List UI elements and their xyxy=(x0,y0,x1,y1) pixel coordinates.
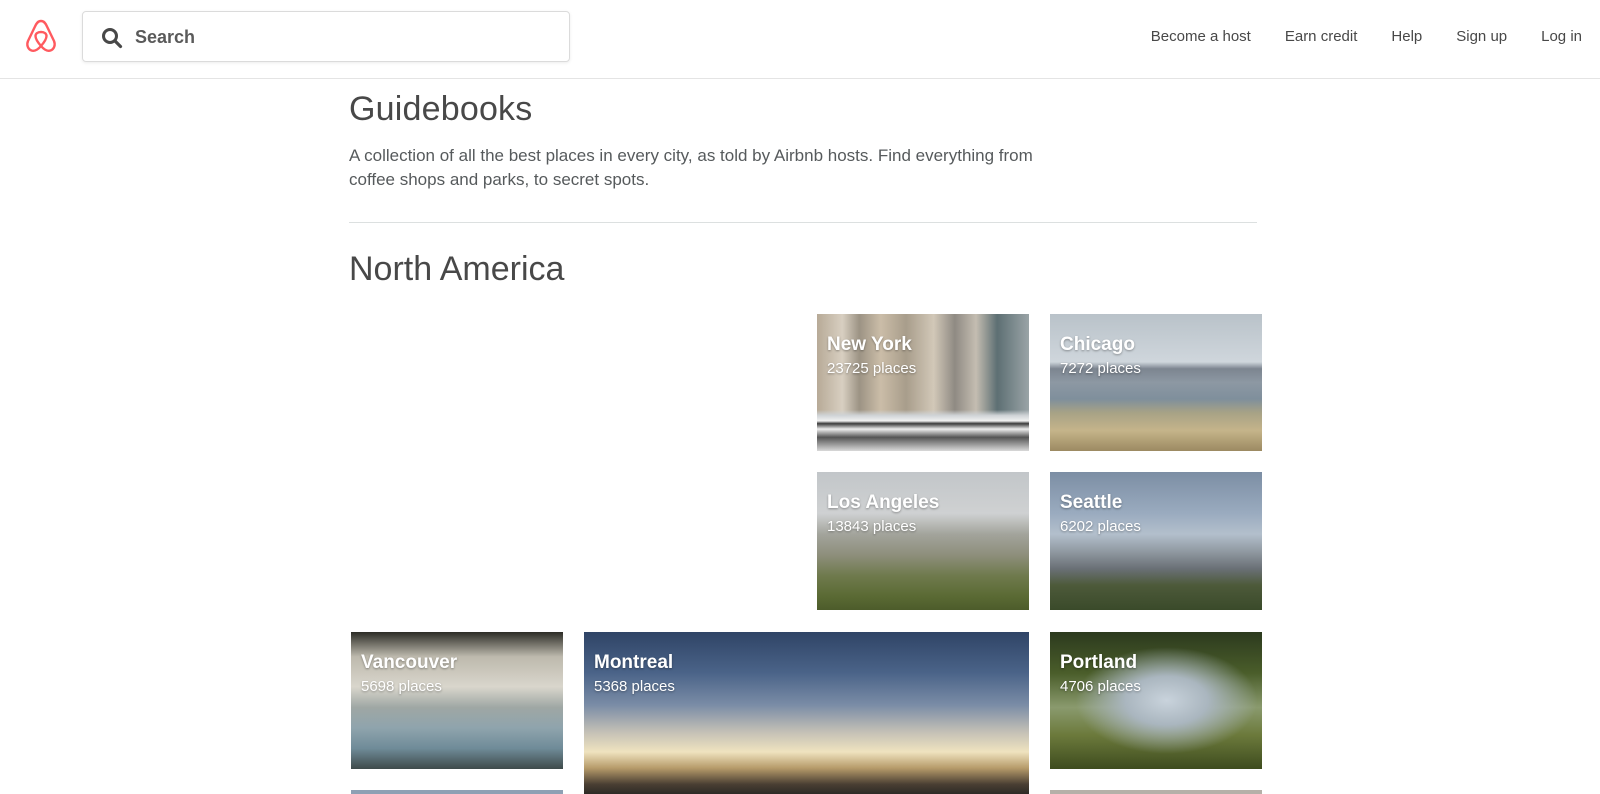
search-icon xyxy=(102,28,123,49)
city-name: Los Angeles xyxy=(827,492,940,513)
log-in-link[interactable]: Log in xyxy=(1541,28,1582,45)
search-input[interactable] xyxy=(135,22,555,52)
city-tile-new-york[interactable]: New York 23725 places xyxy=(817,314,1029,451)
sign-up-link[interactable]: Sign up xyxy=(1456,28,1507,45)
top-navigation-bar: Become a host Earn credit Help Sign up L… xyxy=(0,0,1600,79)
help-link[interactable]: Help xyxy=(1391,28,1422,45)
section-divider xyxy=(349,222,1257,223)
city-place-count: 23725 places xyxy=(827,360,917,377)
city-name: Vancouver xyxy=(361,652,458,673)
city-tile-seattle[interactable]: Seattle 6202 places xyxy=(1050,472,1262,610)
airbnb-logo-icon[interactable] xyxy=(24,18,58,54)
section-title: North America xyxy=(349,250,565,288)
city-tile-los-angeles[interactable]: Los Angeles 13843 places xyxy=(817,472,1029,610)
city-place-count: 5698 places xyxy=(361,678,442,695)
city-place-count: 6202 places xyxy=(1060,518,1141,535)
city-place-count: 13843 places xyxy=(827,518,917,535)
city-tile-next[interactable] xyxy=(351,790,563,794)
earn-credit-link[interactable]: Earn credit xyxy=(1285,28,1358,45)
header-nav: Become a host Earn credit Help Sign up L… xyxy=(1151,0,1600,73)
city-tile-portland[interactable]: Portland 4706 places xyxy=(1050,632,1262,769)
page-description: A collection of all the best places in e… xyxy=(349,146,1033,189)
city-tile-next[interactable] xyxy=(1050,790,1262,794)
city-name: Montreal xyxy=(594,652,674,673)
city-name: Portland xyxy=(1060,652,1138,673)
city-name: New York xyxy=(827,334,912,355)
city-place-count: 7272 places xyxy=(1060,360,1141,377)
search-bar[interactable] xyxy=(82,11,570,62)
city-name: Seattle xyxy=(1060,492,1123,513)
city-tile-chicago[interactable]: Chicago 7272 places xyxy=(1050,314,1262,451)
become-a-host-link[interactable]: Become a host xyxy=(1151,28,1251,45)
city-place-count: 4706 places xyxy=(1060,678,1141,695)
city-place-count: 5368 places xyxy=(594,678,675,695)
city-tile-montreal[interactable]: Montreal 5368 places xyxy=(584,632,1029,794)
page-title: Guidebooks xyxy=(349,90,533,128)
city-tile-vancouver[interactable]: Vancouver 5698 places xyxy=(351,632,563,769)
city-name: Chicago xyxy=(1060,334,1135,355)
